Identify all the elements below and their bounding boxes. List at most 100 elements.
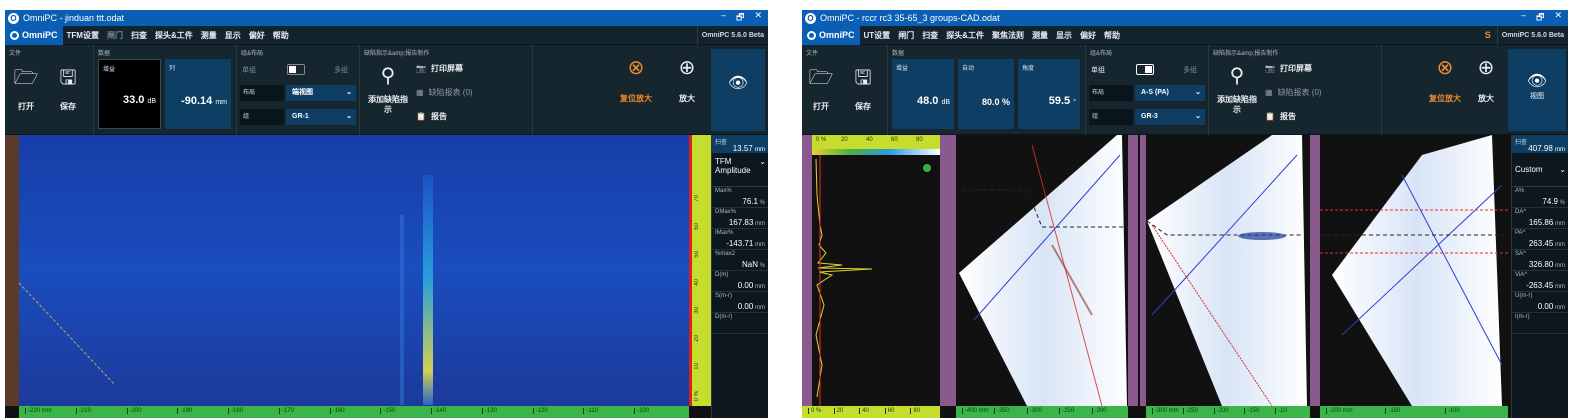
reset-zoom-button[interactable]: ⊗ 复位放大 bbox=[617, 55, 655, 104]
view-button[interactable]: 👁 视图 bbox=[1508, 49, 1566, 131]
gain-card[interactable]: 增益 33.0 dB bbox=[98, 59, 161, 129]
save-button[interactable]: 🖫 保存 bbox=[55, 65, 81, 112]
restore-icon[interactable]: 🗗 bbox=[1536, 10, 1544, 26]
amplitude-scale-label: 60 bbox=[694, 223, 700, 230]
sscan-1-axis: -400 mm -350 -300 -250 -200 bbox=[956, 406, 1128, 418]
brand-tab[interactable]: OmniPC bbox=[5, 25, 63, 45]
gate-marker bbox=[923, 164, 931, 172]
reading-value: -143.71 mm bbox=[726, 239, 765, 248]
save-button[interactable]: 🖫 保存 bbox=[850, 65, 876, 112]
menu-item[interactable]: 测量 bbox=[197, 30, 221, 41]
reading-item[interactable]: D(m-r) bbox=[712, 313, 768, 334]
menu-item[interactable]: 帮助 bbox=[269, 30, 293, 41]
menu-item[interactable]: 显示 bbox=[221, 30, 245, 41]
reading-item[interactable]: SA^ 326.80 mm bbox=[1512, 250, 1568, 271]
reading-item[interactable]: D(m) 0.00 mm bbox=[712, 271, 768, 292]
display-mode: TFM Amplitude bbox=[715, 157, 751, 175]
menu-item[interactable]: TFM设置 bbox=[63, 30, 103, 41]
defect-table-button[interactable]: ▦ 缺陷报表 (0) bbox=[416, 87, 473, 98]
reading-label: DA^ bbox=[1515, 209, 1527, 215]
group-select[interactable]: GR-3 ⌄ bbox=[1135, 109, 1205, 125]
group-label: 文件 bbox=[9, 51, 22, 57]
open-button[interactable]: 🗁 打开 bbox=[13, 65, 39, 112]
menu-item[interactable]: 测量 bbox=[1028, 30, 1052, 41]
column-card[interactable]: 列 -90.14 mm bbox=[165, 59, 231, 129]
restore-icon[interactable]: 🗗 bbox=[736, 10, 744, 26]
reading-item[interactable]: I(m-r) bbox=[1512, 313, 1568, 334]
reading-item[interactable]: Max% 76.1 % bbox=[712, 187, 768, 208]
display-mode-select[interactable]: TFM Amplitude ⌄ bbox=[712, 153, 768, 187]
gain-value: 48.0 dB bbox=[916, 95, 950, 107]
gain-value: 33.0 dB bbox=[122, 94, 156, 106]
horizontal-axis: -220 mm -210 -200 -190 -180 -170 -160 -150 -140 -… bbox=[19, 406, 689, 418]
group-label: 数据 bbox=[892, 51, 905, 57]
gain-card[interactable]: 增益 48.0 dB bbox=[892, 59, 954, 129]
menu-item[interactable]: 闸门 bbox=[894, 30, 918, 41]
defect-table-button[interactable]: ▦ 缺陷报表 (0) bbox=[1265, 87, 1322, 98]
reading-value: 165.86 mm bbox=[1528, 218, 1565, 227]
close-icon[interactable]: ✕ bbox=[1554, 10, 1562, 26]
reading-item[interactable]: U(m-r) 0.00 mm bbox=[1512, 292, 1568, 313]
reading-item[interactable]: DA^ 165.86 mm bbox=[1512, 208, 1568, 229]
open-button[interactable]: 🗁 打开 bbox=[808, 65, 834, 112]
save-icon: 🖫 bbox=[59, 67, 77, 89]
layout-value: A-S (PA) bbox=[1141, 89, 1169, 96]
menu-item[interactable]: 扫查 bbox=[127, 30, 151, 41]
reset-zoom-button[interactable]: ⊗ 复位放大 bbox=[1426, 55, 1464, 104]
ascan-ruler bbox=[802, 135, 812, 406]
menu-item[interactable]: 扫查 bbox=[918, 30, 942, 41]
add-defect-button[interactable]: ⚲ 添加缺陷指示 bbox=[366, 63, 410, 115]
menu-item[interactable]: 偏好 bbox=[1076, 30, 1100, 41]
menu-item[interactable]: 闸门 bbox=[103, 30, 127, 41]
menu-item[interactable]: 帮助 bbox=[1100, 30, 1124, 41]
axis-tick-label: 20 bbox=[833, 408, 843, 414]
layout-select[interactable]: A-S (PA) ⌄ bbox=[1135, 85, 1205, 101]
axis-tick-label: 40 bbox=[859, 408, 869, 414]
zoom-button[interactable]: ⊕ 放大 bbox=[673, 55, 701, 104]
auto-card[interactable]: 自动 80.0 % bbox=[958, 59, 1014, 129]
axis-tick-label: -200 mm bbox=[1326, 408, 1353, 414]
print-screen-button[interactable]: 📷 打印屏幕 bbox=[416, 63, 463, 74]
reading-item[interactable]: DMax% 167.83 mm bbox=[712, 208, 768, 229]
display-mode-select[interactable]: Custom ⌄ bbox=[1512, 153, 1568, 187]
menu-item[interactable]: 聚焦法则 bbox=[988, 30, 1028, 41]
reading-item[interactable]: S(m-r) 0.00 mm bbox=[712, 292, 768, 313]
scan-readout[interactable]: 扫查 407.98 mm bbox=[1512, 135, 1568, 153]
view-button[interactable]: 👁 bbox=[711, 49, 765, 131]
menu-item[interactable]: 偏好 bbox=[245, 30, 269, 41]
readings-panel: 扫查 13.57 mm TFM Amplitude ⌄ Max% 76.1 % DMax… bbox=[711, 135, 768, 418]
menu-item[interactable]: 探头&工件 bbox=[151, 30, 197, 41]
scan-readout[interactable]: 扫查 13.57 mm bbox=[712, 135, 768, 153]
report-button[interactable]: 📋 报告 bbox=[416, 111, 447, 122]
minimize-icon[interactable]: – bbox=[721, 10, 726, 26]
status-indicator[interactable]: S bbox=[1479, 30, 1497, 40]
report-button[interactable]: 📋 报告 bbox=[1265, 111, 1296, 122]
reading-item[interactable]: IMax% -143.71 mm bbox=[712, 229, 768, 250]
reading-label: A% bbox=[1515, 188, 1525, 194]
angle-label: 角度 bbox=[1022, 66, 1035, 72]
print-screen-button[interactable]: 📷 打印屏幕 bbox=[1265, 63, 1312, 74]
pin-icon: ⚲ bbox=[380, 65, 396, 87]
minimize-icon[interactable]: – bbox=[1521, 10, 1526, 26]
zoom-button[interactable]: ⊕ 放大 bbox=[1472, 55, 1500, 104]
close-icon[interactable]: ✕ bbox=[754, 10, 762, 26]
angle-card[interactable]: 角度 59.5 ° bbox=[1018, 59, 1080, 129]
group-select[interactable]: GR-1 ⌄ bbox=[286, 109, 356, 125]
menu-item[interactable]: UT设置 bbox=[860, 30, 895, 41]
reading-value: 326.80 mm bbox=[1528, 260, 1565, 269]
menu-item[interactable]: 显示 bbox=[1052, 30, 1076, 41]
group-toggle[interactable] bbox=[1136, 64, 1154, 75]
menu-item[interactable]: 探头&工件 bbox=[942, 30, 988, 41]
group-value: GR-3 bbox=[1141, 113, 1158, 120]
add-defect-button[interactable]: ⚲ 添加缺陷指示 bbox=[1215, 63, 1259, 115]
reading-item[interactable]: A% 74.9 % bbox=[1512, 187, 1568, 208]
reading-label: ViA^ bbox=[1515, 272, 1528, 278]
sscan-2 bbox=[1147, 135, 1307, 406]
brand-tab[interactable]: OmniPC bbox=[802, 25, 860, 45]
axis-tick-label: -200 bbox=[126, 408, 142, 414]
reading-item[interactable]: ViA^ -263.45 mm bbox=[1512, 271, 1568, 292]
group-toggle[interactable] bbox=[287, 64, 305, 75]
reading-item[interactable]: %max2 NaN % bbox=[712, 250, 768, 271]
reading-item[interactable]: PA^ 263.45 mm bbox=[1512, 229, 1568, 250]
layout-select[interactable]: 端视图 ⌄ bbox=[286, 85, 356, 101]
